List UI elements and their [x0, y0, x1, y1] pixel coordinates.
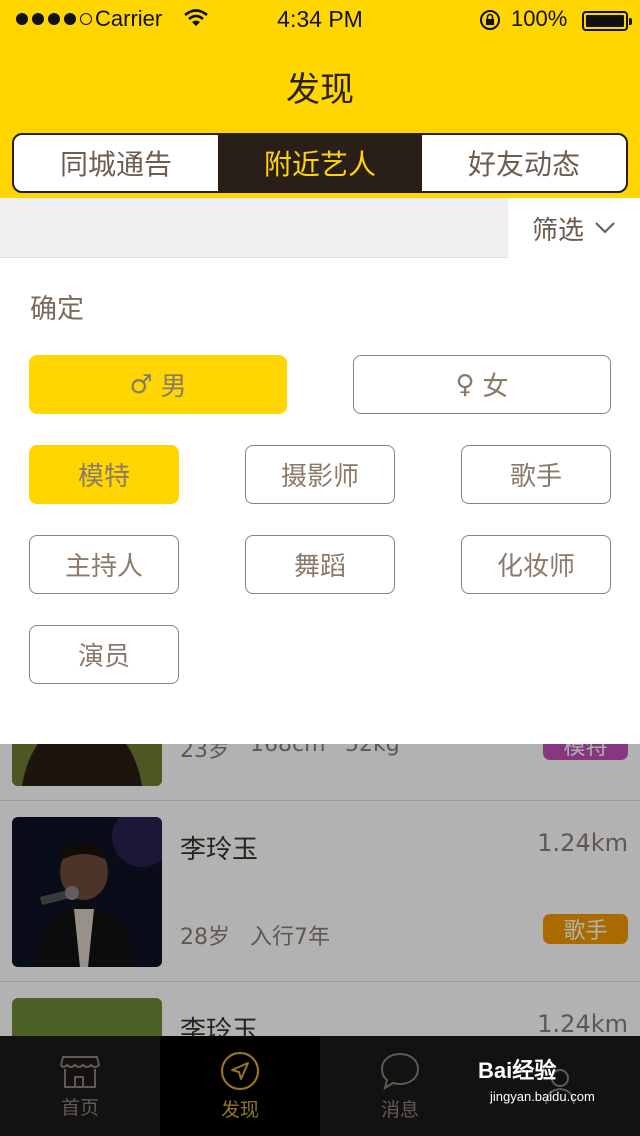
- artist-photo: [12, 817, 162, 967]
- tab-home[interactable]: 首页: [0, 1036, 160, 1136]
- role-host-option[interactable]: 主持人: [29, 535, 179, 594]
- tab-home-label: 首页: [60, 1096, 99, 1119]
- chat-bubble-icon: [380, 1052, 420, 1090]
- filter-bar: 筛选: [0, 198, 640, 258]
- confirm-button[interactable]: 确定: [30, 287, 84, 326]
- segmented-control: 同城通告 附近艺人 好友动态: [12, 133, 628, 193]
- tab-discover-label: 发现: [220, 1098, 259, 1121]
- gender-male-label: 男: [160, 372, 187, 402]
- tab-nearby-artists[interactable]: 附近艺人: [218, 135, 422, 191]
- artist-distance: 1.24km: [537, 829, 628, 857]
- battery-percent: 100%: [511, 6, 568, 31]
- artist-list: 23岁 168cm 52kg 模特 李玲玉 1.24km 28岁 入行7年 歌手: [0, 636, 640, 1136]
- rotation-lock-icon: [478, 8, 502, 38]
- tab-messages[interactable]: 消息: [320, 1036, 480, 1136]
- tab-local-notices[interactable]: 同城通告: [14, 135, 218, 191]
- gender-female-option[interactable]: ♀ 女: [353, 355, 611, 414]
- female-icon: ♀: [455, 369, 475, 400]
- role-actor-option[interactable]: 演员: [29, 625, 179, 684]
- watermark-brand: Bai经验: [478, 1058, 557, 1083]
- role-model-option[interactable]: 模特: [29, 445, 179, 504]
- watermark: Bai经验 jingyan.baidu.com: [478, 1053, 595, 1104]
- watermark-url: jingyan.baidu.com: [490, 1089, 595, 1104]
- filter-label: 筛选: [531, 215, 584, 246]
- filter-button[interactable]: 筛选: [508, 198, 640, 258]
- status-bar: Carrier 4:34 PM 100%: [0, 0, 640, 40]
- compass-icon: [220, 1051, 260, 1090]
- artist-age: 28岁: [180, 925, 230, 950]
- artist-name: 李玲玉: [180, 835, 259, 865]
- header: Carrier 4:34 PM 100% 发现 同城通告 附近艺人 好友动态: [0, 0, 640, 198]
- role-photographer-option[interactable]: 摄影师: [245, 445, 395, 504]
- artist-experience: 入行7年: [250, 925, 330, 950]
- role-tag: 歌手: [543, 914, 628, 944]
- tab-discover[interactable]: 发现: [160, 1036, 320, 1136]
- filter-panel: 确定 ♂ 男 ♀ 女 模特 摄影师 歌手 主持人 舞蹈 化妆师 演员: [0, 259, 640, 744]
- artist-distance: 1.24km: [537, 1010, 628, 1038]
- list-item[interactable]: 李玲玉 1.24km 28岁 入行7年 歌手: [0, 801, 640, 982]
- storefront-icon: [59, 1055, 101, 1088]
- chevron-down-icon: [595, 222, 615, 234]
- battery-icon: [582, 11, 632, 31]
- role-dance-option[interactable]: 舞蹈: [245, 535, 395, 594]
- gender-female-label: 女: [482, 372, 509, 402]
- role-singer-option[interactable]: 歌手: [461, 445, 611, 504]
- page-title: 发现: [286, 70, 354, 110]
- role-makeup-option[interactable]: 化妆师: [461, 535, 611, 594]
- male-icon: ♂: [129, 369, 153, 400]
- tab-messages-label: 消息: [380, 1098, 419, 1121]
- gender-male-option[interactable]: ♂ 男: [29, 355, 287, 414]
- tab-friend-activity[interactable]: 好友动态: [422, 135, 626, 191]
